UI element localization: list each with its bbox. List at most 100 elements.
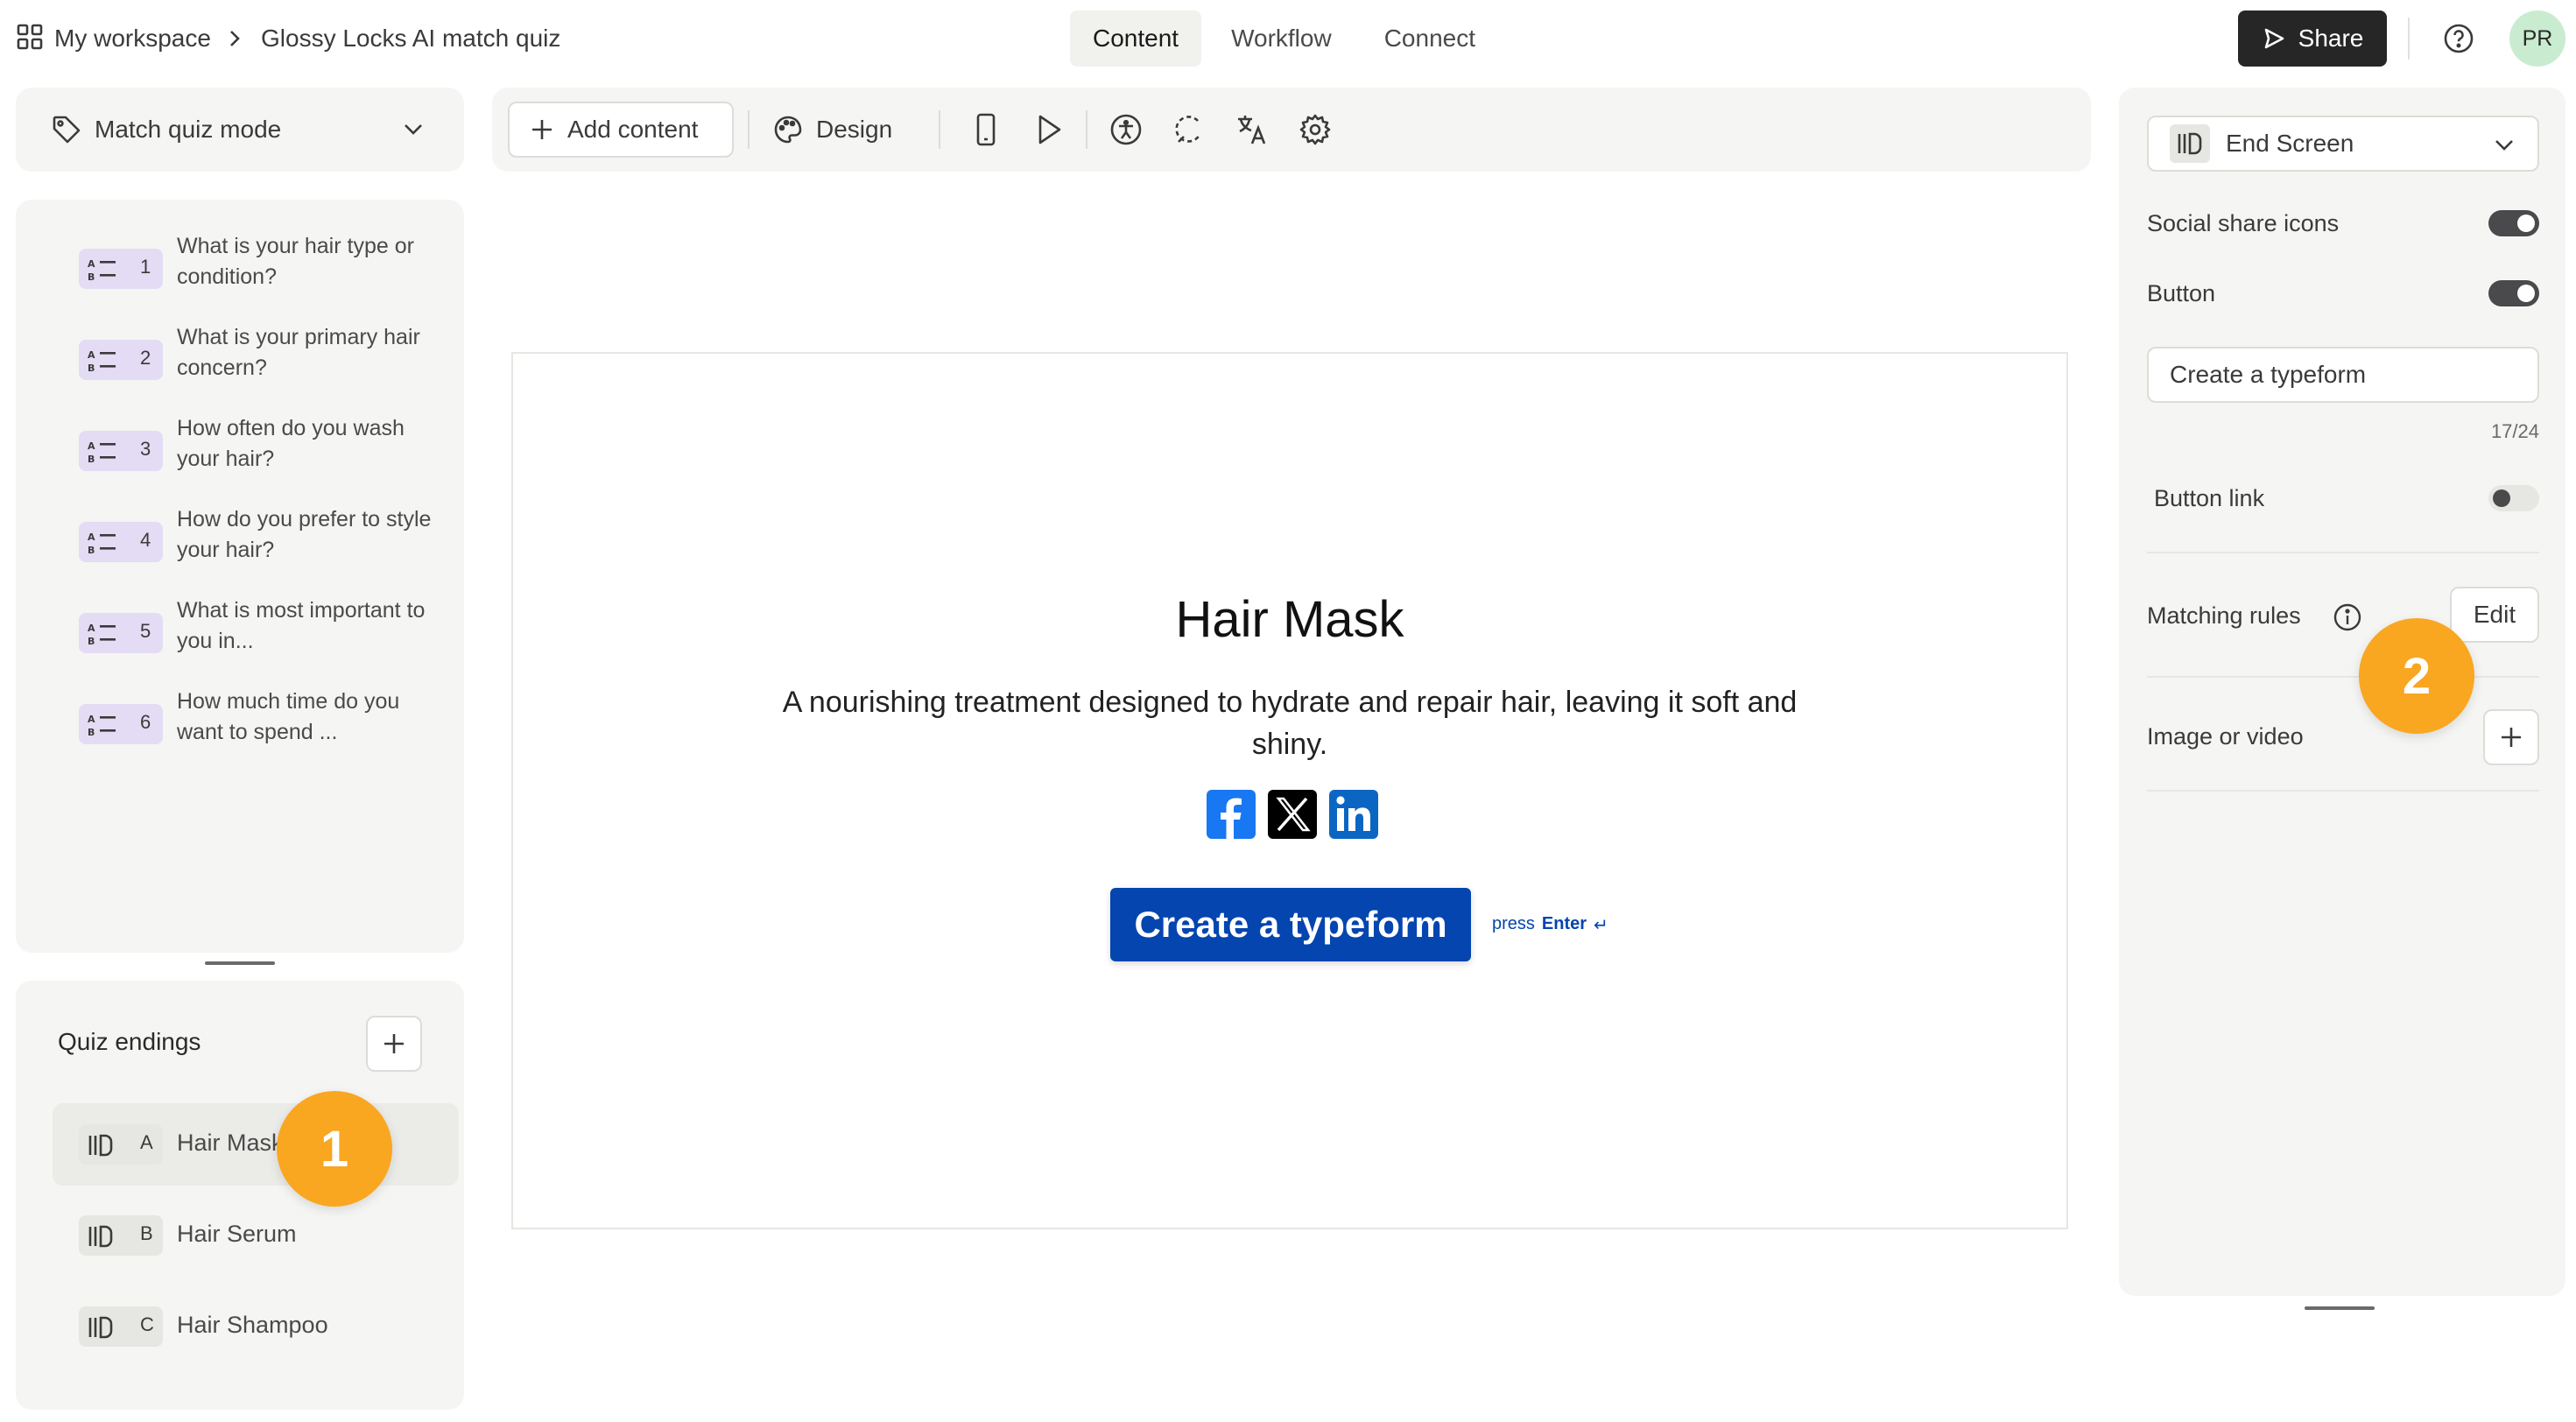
x-twitter-icon[interactable] xyxy=(1268,790,1317,839)
question-number: 5 xyxy=(140,620,151,642)
list-item[interactable]: B Hair Serum xyxy=(53,1194,459,1277)
top-bar: My workspace Glossy Locks AI match quiz … xyxy=(0,0,2576,77)
play-icon[interactable] xyxy=(1033,112,1065,147)
question-type-badge: AB 3 xyxy=(79,431,163,471)
tag-icon xyxy=(51,114,82,145)
mobile-preview-icon[interactable] xyxy=(970,112,1002,147)
plus-icon xyxy=(532,120,552,139)
screen-type-select[interactable]: End Screen xyxy=(2147,116,2539,172)
question-text: How often do you wash your hair? xyxy=(177,416,405,471)
list-item[interactable]: AB 4 How do you prefer to style your hai… xyxy=(79,504,464,574)
create-typeform-button[interactable]: Create a typeform xyxy=(1110,888,1471,961)
add-content-label: Add content xyxy=(567,116,699,143)
breadcrumb-workspace[interactable]: My workspace xyxy=(54,21,211,56)
list-item[interactable]: AB 1 What is your hair type or condition… xyxy=(79,231,464,301)
social-share-toggle[interactable] xyxy=(2488,210,2539,236)
multiple-choice-icon: AB xyxy=(88,440,116,464)
chevron-down-icon xyxy=(401,121,426,138)
svg-text:A: A xyxy=(88,623,95,634)
question-number: 4 xyxy=(140,529,151,551)
hint-key: Enter xyxy=(1541,914,1587,933)
resize-handle[interactable] xyxy=(205,961,275,965)
button-text-input[interactable] xyxy=(2147,347,2539,403)
question-list: AB 1 What is your hair type or condition… xyxy=(16,200,464,953)
svg-text:B: B xyxy=(88,271,95,282)
ending-title: Hair Mask xyxy=(1175,591,1404,648)
question-type-badge: AB 4 xyxy=(79,522,163,562)
quiz-endings-panel: Quiz endings A Hair Mask B Hair Serum C … xyxy=(16,981,464,1410)
button-link-toggle[interactable] xyxy=(2488,485,2539,511)
step-marker-1: 1 xyxy=(277,1091,392,1207)
question-type-badge: AB 5 xyxy=(79,613,163,653)
linkedin-icon[interactable] xyxy=(1329,790,1378,839)
button-link-label: Button link xyxy=(2154,485,2265,511)
add-media-button[interactable] xyxy=(2483,709,2539,765)
form-preview: Hair Mask A nourishing treatment designe… xyxy=(511,352,2068,1229)
social-share-icons xyxy=(1207,790,1378,839)
ending-letter: B xyxy=(140,1222,153,1244)
tab-workflow[interactable]: Workflow xyxy=(1208,11,1355,67)
question-text: What is your primary hair concern? xyxy=(177,325,420,380)
list-item[interactable]: AB 2 What is your primary hair concern? xyxy=(79,322,464,392)
share-button[interactable]: Share xyxy=(2238,11,2387,67)
resize-handle[interactable] xyxy=(2305,1306,2375,1310)
settings-icon[interactable] xyxy=(1298,112,1333,147)
add-ending-button[interactable] xyxy=(366,1016,422,1072)
quiz-endings-title: Quiz endings xyxy=(58,1028,201,1055)
facebook-icon[interactable] xyxy=(1207,790,1256,839)
divider xyxy=(2408,18,2410,60)
accessibility-icon[interactable] xyxy=(1109,112,1144,147)
step-marker-2: 2 xyxy=(2359,618,2474,734)
quiz-mode-label: Match quiz mode xyxy=(95,116,282,143)
question-type-badge: AB 6 xyxy=(79,704,163,744)
question-number: 6 xyxy=(140,711,151,733)
help-icon[interactable] xyxy=(2443,23,2474,54)
list-item[interactable]: C Hair Shampoo xyxy=(53,1285,459,1368)
char-count: 17/24 xyxy=(2490,420,2539,442)
list-item[interactable]: A Hair Mask xyxy=(53,1103,459,1186)
plus-icon xyxy=(384,1034,404,1053)
ending-label: Hair Mask xyxy=(177,1130,284,1156)
toolbar: Add content Design xyxy=(492,88,2091,172)
multiple-choice-icon: AB xyxy=(88,623,116,646)
ending-badge: A xyxy=(79,1124,163,1165)
share-label: Share xyxy=(2298,25,2364,52)
avatar[interactable]: PR xyxy=(2509,11,2565,67)
screen-type-label: End Screen xyxy=(2226,130,2354,157)
logic-icon[interactable] xyxy=(1172,112,1207,147)
divider xyxy=(1086,110,1087,149)
button-toggle[interactable] xyxy=(2488,280,2539,306)
divider xyxy=(748,110,750,149)
send-icon xyxy=(2264,28,2284,49)
question-type-badge: AB 1 xyxy=(79,249,163,289)
multiple-choice-icon: AB xyxy=(88,349,116,373)
translate-icon[interactable] xyxy=(1235,112,1270,147)
list-item[interactable]: AB 5 What is most important to you in... xyxy=(79,595,464,665)
divider xyxy=(2147,552,2539,553)
tab-content[interactable]: Content xyxy=(1070,11,1202,67)
ending-letter: C xyxy=(140,1313,154,1335)
end-screen-icon xyxy=(88,1134,113,1157)
svg-text:B: B xyxy=(88,454,95,464)
matching-rules-label: Matching rules xyxy=(2147,602,2301,629)
question-number: 1 xyxy=(140,256,151,278)
end-screen-icon xyxy=(88,1316,113,1339)
end-screen-icon xyxy=(88,1225,113,1248)
svg-text:A: A xyxy=(88,714,95,725)
edit-matching-rules-button[interactable]: Edit xyxy=(2450,587,2539,643)
tab-connect[interactable]: Connect xyxy=(1362,11,1498,67)
list-item[interactable]: AB 6 How much time do you want to spend … xyxy=(79,686,464,757)
question-number: 2 xyxy=(140,347,151,369)
breadcrumb-form-title[interactable]: Glossy Locks AI match quiz xyxy=(261,21,560,56)
info-icon[interactable] xyxy=(2333,602,2362,632)
add-content-button[interactable]: Add content xyxy=(508,102,734,158)
list-item[interactable]: AB 3 How often do you wash your hair? xyxy=(79,413,464,483)
quiz-mode-select[interactable]: Match quiz mode xyxy=(16,88,464,172)
question-text: What is your hair type or condition? xyxy=(177,234,414,289)
svg-text:A: A xyxy=(88,531,95,543)
hint-prefix: press xyxy=(1492,914,1535,933)
end-screen-badge xyxy=(2170,124,2210,163)
grid-icon[interactable] xyxy=(16,23,44,51)
design-button[interactable]: Design xyxy=(772,102,892,158)
image-video-label: Image or video xyxy=(2147,723,2304,750)
